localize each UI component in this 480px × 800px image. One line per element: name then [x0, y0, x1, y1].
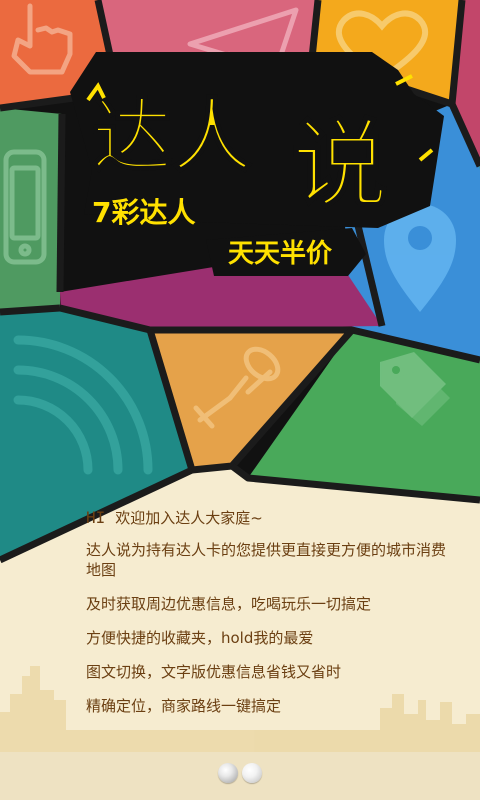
feature-line-1: 达人说为持有达人卡的您提供更直接更方便的城市消费地图 — [86, 541, 447, 579]
feature-line-5: 精确定位，商家路线一键搞定 — [86, 697, 282, 715]
feature-line-4: 图文切换，文字版优惠信息省钱又省时 — [86, 663, 342, 681]
page-dot-2[interactable] — [242, 763, 262, 783]
greeting-line: HI 欢迎加入达人大家庭~ — [86, 508, 456, 528]
greeting-text: 欢迎加入达人大家庭~ — [115, 509, 263, 527]
greeting-hi: HI — [86, 508, 106, 527]
feature-line-3: 方便快捷的收藏夹，hold我的最爱 — [86, 629, 314, 647]
panel-green-left — [0, 108, 62, 312]
page-dot-1[interactable] — [218, 763, 238, 783]
splash-screen: 达人 说 7彩达人 天天半价 HI 欢迎加入达人大家庭~ 达人说为持有达人卡的您提… — [0, 0, 480, 800]
logo-tagline-1: 7彩达人 — [92, 196, 195, 229]
logo-title-part1: 达人 — [92, 90, 252, 183]
feature-line-2: 及时获取周边优惠信息，吃喝玩乐一切搞定 — [86, 595, 372, 613]
logo-tagline-2: 天天半价 — [228, 239, 333, 269]
page-indicator — [0, 760, 480, 786]
logo-title-part2: 说 — [292, 109, 388, 221]
intro-text-block: HI 欢迎加入达人大家庭~ 达人说为持有达人卡的您提供更直接更方便的城市消费地图 … — [86, 508, 456, 730]
